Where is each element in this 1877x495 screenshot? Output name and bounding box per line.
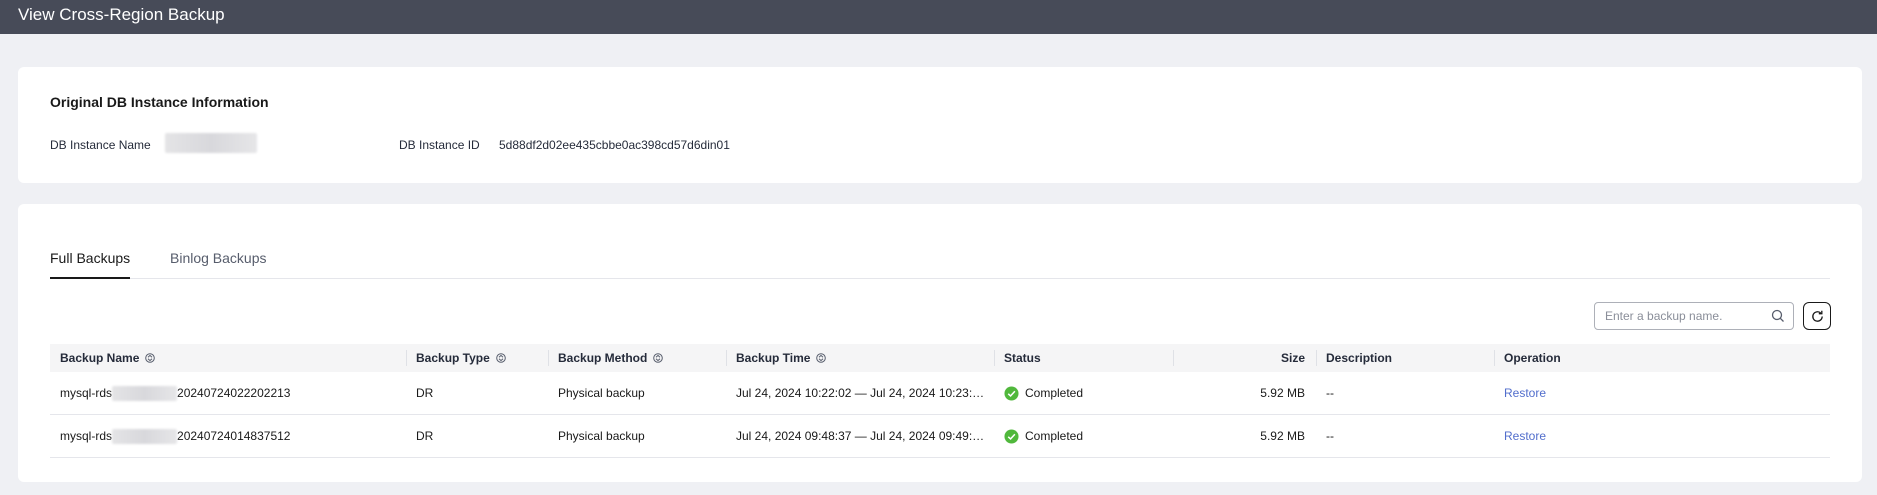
backup-type-cell: DR [416, 429, 434, 443]
table-header: Backup Name Backup Type Backup Method Ba… [50, 344, 1830, 372]
description-cell: -- [1326, 429, 1334, 443]
refresh-icon [1812, 310, 1823, 322]
restore-link[interactable]: Restore [1504, 372, 1546, 414]
page-title: View Cross-Region Backup [18, 5, 225, 24]
table-row: mysql-rds 20240724022202213 DR Physical … [50, 372, 1830, 415]
redacted-name-part [112, 385, 178, 401]
redacted-instance-name [165, 133, 257, 153]
column-header-backup-name[interactable]: Backup Name [60, 344, 156, 372]
refresh-button[interactable] [1803, 302, 1831, 330]
sort-icon[interactable] [145, 353, 156, 363]
column-header-status: Status [994, 344, 1041, 372]
sort-icon[interactable] [496, 353, 506, 363]
search-input[interactable] [1605, 309, 1765, 323]
tab-binlog-backups[interactable]: Binlog Backups [170, 250, 267, 279]
backups-table: Backup Name Backup Type Backup Method Ba… [50, 344, 1830, 458]
table-row: mysql-rds 20240724014837512 DR Physical … [50, 415, 1830, 458]
db-instance-name-label: DB Instance Name [50, 138, 151, 152]
backup-method-cell: Physical backup [558, 386, 645, 400]
instance-info-card: Original DB Instance Information DB Inst… [18, 67, 1862, 183]
redacted-name-part [112, 428, 178, 444]
backup-name-cell: mysql-rds 20240724022202213 [60, 385, 291, 401]
status-cell: Completed [1004, 372, 1083, 414]
backup-method-cell: Physical backup [558, 429, 645, 443]
tab-full-backups[interactable]: Full Backups [50, 250, 131, 279]
check-circle-icon [1004, 428, 1019, 444]
sort-icon[interactable] [816, 353, 827, 363]
check-circle-icon [1004, 385, 1019, 401]
backups-card: Full Backups Binlog Backups Backup Name … [18, 204, 1862, 482]
column-header-description: Description [1315, 344, 1392, 372]
backup-search [1594, 302, 1794, 330]
column-header-size: Size [1173, 344, 1305, 372]
backup-tabs: Full Backups Binlog Backups [50, 204, 1830, 279]
description-cell: -- [1326, 386, 1334, 400]
sort-icon[interactable] [653, 353, 664, 363]
page-header: View Cross-Region Backup [0, 0, 1877, 34]
size-cell: 5.92 MB [1260, 386, 1305, 400]
backup-name-cell: mysql-rds 20240724014837512 [60, 428, 291, 444]
instance-info-title: Original DB Instance Information [50, 94, 269, 110]
restore-link[interactable]: Restore [1504, 415, 1546, 457]
db-instance-id-value: 5d88df2d02ee435cbbe0ac398cd57d6din01 [499, 138, 730, 152]
size-cell: 5.92 MB [1260, 429, 1305, 443]
search-icon[interactable] [1771, 309, 1785, 323]
backup-type-cell: DR [416, 386, 434, 400]
column-header-operation: Operation [1494, 344, 1561, 372]
backup-time-cell: Jul 24, 2024 09:48:37 — Jul 24, 2024 09:… [736, 429, 985, 443]
column-header-backup-time[interactable]: Backup Time [725, 344, 827, 372]
backup-time-cell: Jul 24, 2024 10:22:02 — Jul 24, 2024 10:… [736, 386, 985, 400]
column-header-backup-method[interactable]: Backup Method [547, 344, 664, 372]
db-instance-id-label: DB Instance ID [399, 138, 480, 152]
column-header-backup-type[interactable]: Backup Type [406, 344, 506, 372]
status-cell: Completed [1004, 415, 1083, 457]
